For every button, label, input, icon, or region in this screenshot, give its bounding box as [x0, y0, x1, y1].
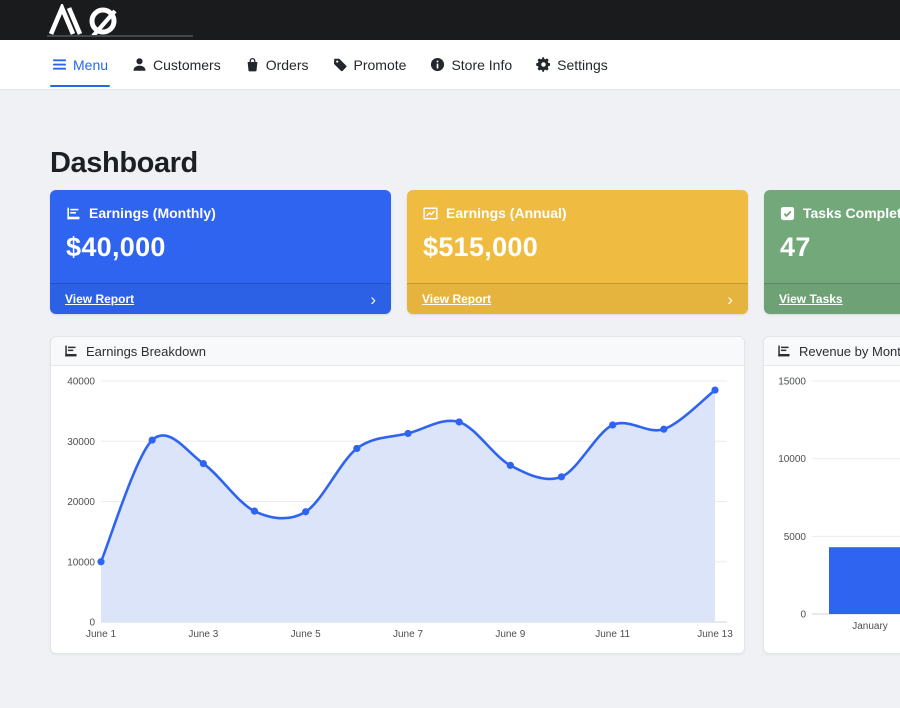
card-body: Earnings (Annual) $515,000: [407, 190, 748, 278]
check-square-icon: [780, 206, 795, 221]
earnings-breakdown-chart: 0 10000 20000 30000 40000 June 1 June 3 June 5 J…: [51, 366, 744, 654]
nav-item-orders[interactable]: Orders: [245, 40, 309, 89]
svg-text:June 5: June 5: [291, 629, 321, 640]
chevron-right-icon: ›: [727, 291, 733, 308]
nav-item-settings[interactable]: Settings: [536, 40, 608, 89]
card-title-row: Earnings (Monthly): [66, 205, 375, 221]
panel-header-earnings-breakdown: Earnings Breakdown: [51, 337, 744, 366]
page-title: Dashboard: [50, 147, 900, 180]
svg-text:15000: 15000: [778, 377, 806, 388]
svg-text:10000: 10000: [67, 557, 95, 568]
tag-icon: [333, 57, 348, 72]
svg-text:0: 0: [89, 618, 95, 629]
nav-item-label: Menu: [73, 57, 108, 73]
svg-text:June 1: June 1: [86, 629, 116, 640]
card-link[interactable]: View Report: [422, 292, 491, 306]
chart-panels-row: Earnings Breakdown 0 10000 20000 30000 40000…: [50, 336, 900, 654]
svg-text:January: January: [852, 621, 888, 632]
chevron-right-icon: ›: [370, 291, 376, 308]
panel-title: Earnings Breakdown: [86, 344, 206, 359]
svg-text:June 9: June 9: [495, 629, 525, 640]
card-footer: View Report ›: [407, 283, 748, 314]
svg-text:0: 0: [800, 610, 806, 621]
stat-cards-row: Earnings (Monthly)$40,000View Report›Ear…: [50, 190, 900, 314]
card-title-row: Earnings (Annual): [423, 205, 732, 221]
svg-text:June 13: June 13: [697, 629, 733, 640]
card-value: $40,000: [66, 232, 375, 263]
logo-mq[interactable]: [48, 4, 132, 36]
nav-item-label: Orders: [266, 57, 309, 73]
card-earnings-annual: Earnings (Annual) $515,000 View Report ›: [407, 190, 748, 314]
bar-chart-icon: [777, 344, 791, 358]
svg-text:June 7: June 7: [393, 629, 423, 640]
user-icon: [132, 57, 147, 72]
svg-text:5000: 5000: [784, 532, 807, 543]
main-content: Dashboard Earnings (Monthly) $40,000 View …: [0, 147, 900, 654]
svg-text:20000: 20000: [67, 497, 95, 508]
nav-item-menu[interactable]: Menu: [52, 40, 108, 89]
nav-item-label: Store Info: [451, 57, 512, 73]
card-tasks-completed: Tasks Completed 47 View Tasks›: [764, 190, 900, 314]
bar-chart-icon: [64, 344, 78, 358]
card-link[interactable]: View Tasks: [779, 292, 843, 306]
nav-item-store-info[interactable]: Store Info: [430, 40, 512, 89]
card-earnings-monthly: Earnings (Monthly) $40,000 View Report ›: [50, 190, 391, 314]
svg-text:June 3: June 3: [188, 629, 218, 640]
panel-earnings-breakdown: Earnings Breakdown 0 10000 20000 30000 40000…: [50, 336, 745, 654]
nav-item-label: Promote: [354, 57, 407, 73]
hamburger-icon: [52, 57, 67, 72]
card-body: Earnings (Monthly) $40,000: [50, 190, 391, 278]
nav-item-label: Settings: [557, 57, 608, 73]
top-bar: [0, 0, 900, 40]
panel-header-revenue-by-month: Revenue by Month: [764, 337, 900, 366]
card-footer: View Report ›: [50, 283, 391, 314]
info-icon: [430, 57, 445, 72]
svg-text:40000: 40000: [67, 377, 95, 388]
card-footer: View Tasks›: [764, 283, 900, 314]
card-title: Earnings (Monthly): [89, 205, 216, 221]
revenue-by-month-chart: 0 5000 10000 15000 January: [764, 366, 900, 654]
card-value: 47: [780, 232, 900, 263]
svg-text:June 11: June 11: [595, 629, 630, 640]
bag-icon: [245, 57, 260, 72]
logo-underline: [47, 35, 193, 37]
nav-item-customers[interactable]: Customers: [132, 40, 221, 89]
panel-revenue-by-month: Revenue by Month 0 5000 10000 15000 January: [763, 336, 900, 654]
nav-item-promote[interactable]: Promote: [333, 40, 407, 89]
card-body: Tasks Completed 47: [764, 190, 900, 278]
svg-text:30000: 30000: [67, 437, 95, 448]
line-chart-icon: [423, 206, 438, 221]
nav-bar: Menu Customers Orders Promote Store Info Sett…: [0, 40, 900, 90]
card-title-row: Tasks Completed: [780, 205, 900, 221]
svg-text:10000: 10000: [778, 454, 806, 465]
card-value: $515,000: [423, 232, 732, 263]
gear-icon: [536, 57, 551, 72]
card-link[interactable]: View Report: [65, 292, 134, 306]
bar-chart-icon: [66, 206, 81, 221]
nav-item-label: Customers: [153, 57, 221, 73]
card-title: Earnings (Annual): [446, 205, 567, 221]
panel-title: Revenue by Month: [799, 344, 900, 359]
card-title: Tasks Completed: [803, 205, 900, 221]
